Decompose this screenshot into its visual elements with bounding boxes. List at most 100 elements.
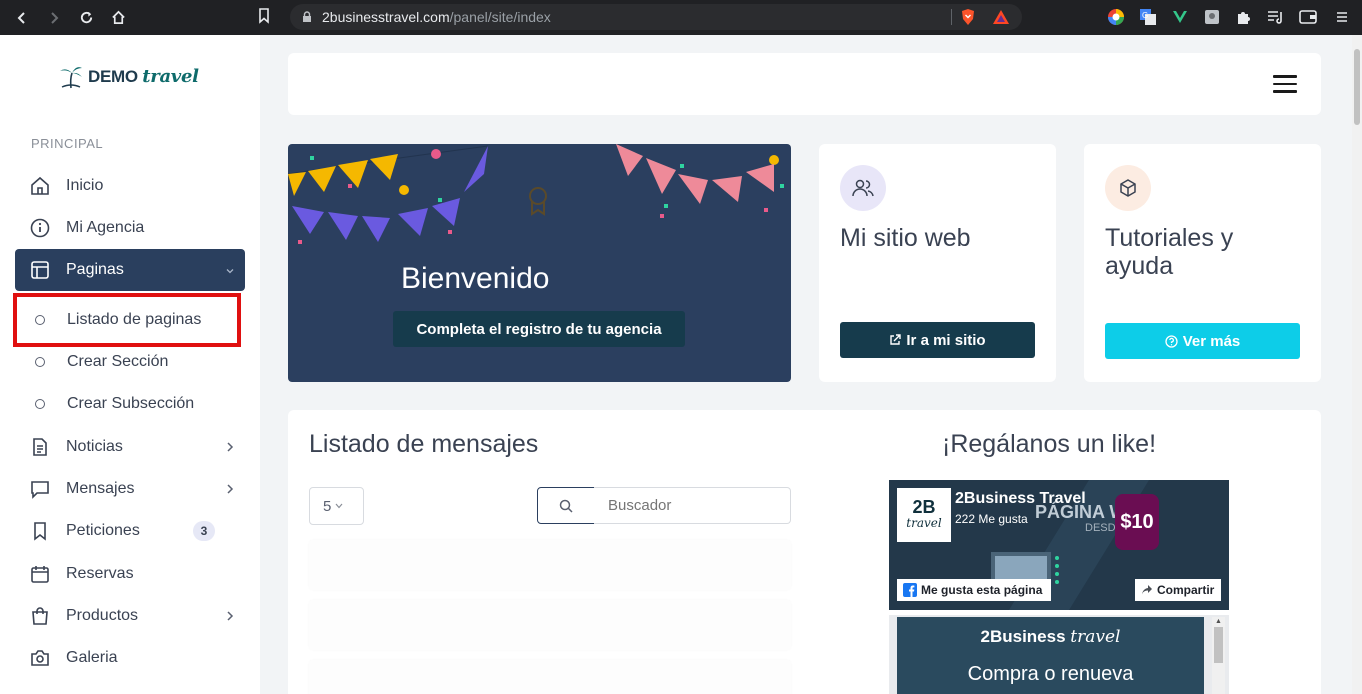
share-button[interactable]: Compartir: [1135, 579, 1221, 601]
chevron-down-icon: [225, 263, 235, 281]
extension-color-icon[interactable]: [1106, 7, 1126, 27]
browser-menu-icon[interactable]: [1332, 7, 1352, 27]
sidebar-item-label: Galeria: [66, 649, 118, 666]
sidebar-item-peticiones[interactable]: Peticiones 3: [15, 510, 245, 552]
reload-icon[interactable]: [70, 0, 102, 35]
home-browser-icon[interactable]: [102, 0, 134, 35]
sidebar-subitem-crear-seccion[interactable]: Crear Sección: [15, 341, 245, 383]
rewards-icon[interactable]: [992, 9, 1010, 30]
page-avatar[interactable]: 2B travel: [897, 488, 951, 542]
avatar-text-top: 2B: [912, 497, 936, 517]
see-more-button[interactable]: Ver más: [1105, 323, 1300, 359]
sidebar-item-label: Peticiones: [66, 522, 140, 539]
share-icon: [1142, 585, 1152, 595]
sidebar-item-label: Paginas: [66, 261, 124, 278]
count-badge: 3: [193, 521, 215, 541]
messages-title: Listado de mensajes: [309, 430, 539, 458]
extension-image-icon[interactable]: [1202, 7, 1222, 27]
sidebar-item-label: Productos: [66, 607, 139, 624]
sidebar-item-galeria[interactable]: Galeria: [15, 637, 245, 679]
address-bar[interactable]: 2businesstravel.com /panel/site/index: [290, 4, 1022, 30]
post-brand-main: 2Business: [980, 627, 1066, 646]
brave-shield-icon[interactable]: [960, 8, 976, 31]
help-card: Tutoriales y ayuda Ver más: [1084, 144, 1321, 382]
layout-icon: [29, 259, 51, 281]
logo[interactable]: DEMO travel: [58, 63, 199, 89]
back-icon[interactable]: [6, 0, 38, 35]
wallet-icon[interactable]: [1298, 7, 1318, 27]
loading-row: [309, 660, 791, 694]
svg-text:G: G: [1142, 11, 1148, 20]
avatar-text-bottom: travel: [906, 516, 942, 530]
chevron-down-icon: [335, 501, 343, 512]
sidebar-subitem-crear-subseccion[interactable]: Crear Subsección: [15, 383, 245, 425]
price-badge: $10: [1115, 494, 1159, 550]
logo-text-main: DEMO: [88, 66, 138, 86]
scrollbar-thumb[interactable]: [1354, 49, 1360, 125]
share-label: Compartir: [1157, 583, 1215, 597]
search-input[interactable]: [594, 487, 791, 524]
complete-registration-button[interactable]: Completa el registro de tu agencia: [393, 311, 685, 347]
sidebar-item-mi-agencia[interactable]: Mi Agencia: [15, 207, 245, 249]
highlight-box: [13, 293, 241, 347]
bookmark-page-icon[interactable]: [258, 8, 270, 29]
bookmark-icon: [29, 520, 51, 542]
calendar-icon: [29, 563, 51, 585]
sidebar-subitem-label: Crear Subsección: [67, 395, 195, 412]
facebook-post: 2Business travel Compra o renueva ▲: [889, 615, 1229, 694]
sidebar-item-mensajes[interactable]: Mensajes: [15, 468, 245, 510]
info-icon: [29, 217, 51, 239]
button-label: Ir a mi sitio: [906, 331, 986, 349]
vue-devtools-icon[interactable]: [1170, 7, 1190, 27]
page-scrollbar[interactable]: [1352, 35, 1362, 694]
users-icon: [840, 165, 886, 211]
post-image[interactable]: 2Business travel Compra o renueva: [897, 617, 1204, 694]
top-header: [288, 53, 1321, 115]
sidebar-item-productos[interactable]: Productos: [15, 595, 245, 637]
url-host: 2businesstravel.com: [322, 9, 450, 25]
go-to-site-button[interactable]: Ir a mi sitio: [840, 322, 1035, 358]
like-page-button[interactable]: Me gusta esta página: [897, 579, 1051, 601]
hamburger-menu-icon[interactable]: [1273, 75, 1297, 93]
like-us-title: ¡Regálanos un like!: [942, 430, 1157, 458]
page-size-value: 5: [323, 497, 332, 515]
chevron-right-icon: [225, 482, 235, 500]
media-playlist-icon[interactable]: [1266, 7, 1286, 27]
chevron-right-icon: [225, 440, 235, 458]
facebook-page-widget[interactable]: PÁGINA WEB DESDE $10 2B travel 2Business…: [889, 480, 1229, 610]
welcome-title: Bienvenido: [401, 262, 550, 295]
sidebar-subitem-label: Crear Sección: [67, 353, 169, 370]
external-link-icon: [890, 334, 902, 345]
scrollbar-thumb[interactable]: [1214, 627, 1223, 663]
search-button[interactable]: [537, 487, 595, 524]
page-name[interactable]: 2Business Travel: [955, 490, 1086, 508]
my-site-card: Mi sitio web Ir a mi sitio: [819, 144, 1056, 382]
sidebar-item-noticias[interactable]: Noticias: [15, 426, 245, 468]
widget-scrollbar[interactable]: ▲: [1212, 617, 1225, 694]
section-label-principal: PRINCIPAL: [31, 136, 104, 151]
camera-icon: [29, 647, 51, 669]
loading-row: [309, 600, 791, 650]
chevron-right-icon: [225, 609, 235, 627]
extensions-puzzle-icon[interactable]: [1234, 7, 1254, 27]
post-brand: 2Business travel: [897, 627, 1204, 647]
likes-count: 222 Me gusta: [955, 512, 1028, 526]
palm-tree-icon: [60, 67, 82, 89]
search-icon: [559, 499, 573, 513]
card-title: Tutoriales y ayuda: [1105, 224, 1234, 280]
forward-icon[interactable]: [38, 0, 70, 35]
page-size-select[interactable]: 5: [309, 487, 364, 525]
sidebar-item-paginas[interactable]: Paginas: [15, 249, 245, 291]
document-icon: [29, 436, 51, 458]
home-icon: [29, 175, 51, 197]
sidebar-item-inicio[interactable]: Inicio: [15, 165, 245, 207]
scroll-up-icon[interactable]: ▲: [1215, 618, 1222, 625]
box-icon: [1105, 165, 1151, 211]
card-title: Mi sitio web: [840, 224, 971, 252]
sidebar-item-label: Inicio: [66, 177, 104, 194]
logo-text-accent: travel: [142, 65, 199, 87]
shopping-bag-icon: [29, 605, 51, 627]
translate-icon[interactable]: G: [1138, 7, 1158, 27]
circle-bullet-icon: [35, 399, 45, 409]
sidebar-item-reservas[interactable]: Reservas: [15, 553, 245, 595]
